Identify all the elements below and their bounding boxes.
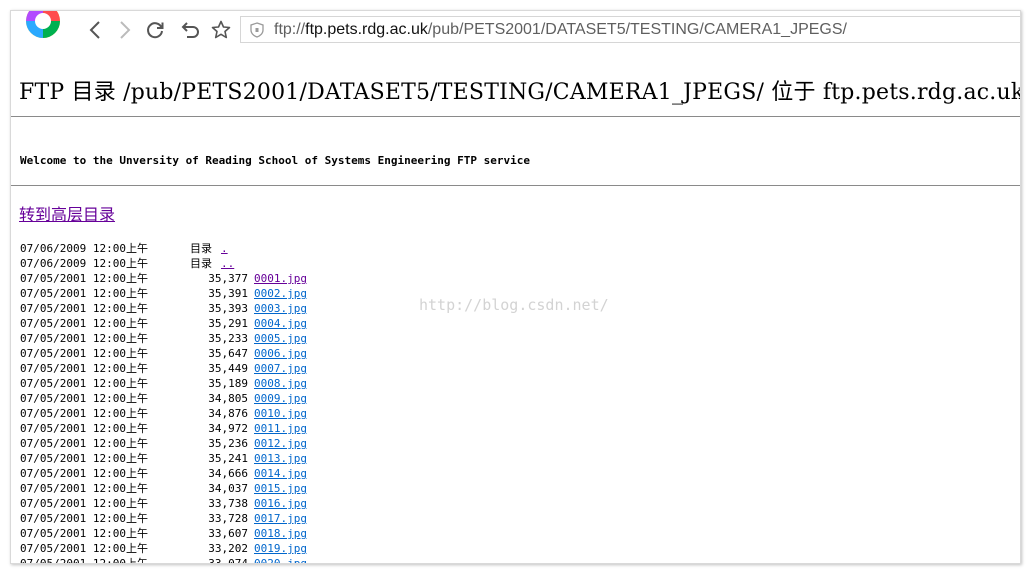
file-date: 07/05/2001 12:00上午 (20, 287, 148, 300)
file-size: 34,037 (208, 482, 248, 495)
directory-label: 目录 (190, 257, 212, 270)
file-date: 07/05/2001 12:00上午 (20, 272, 148, 285)
file-link[interactable]: 0004.jpg (254, 316, 307, 331)
forward-button[interactable] (112, 18, 136, 42)
star-icon (209, 18, 233, 42)
file-size: 33,074 (208, 557, 248, 564)
file-date: 07/05/2001 12:00上午 (20, 542, 148, 555)
browser-window: ftp://ftp.pets.rdg.ac.uk/pub/PETS2001/DA… (10, 10, 1021, 564)
file-link[interactable]: 0014.jpg (254, 466, 307, 481)
file-date: 07/05/2001 12:00上午 (20, 377, 148, 390)
browser-logo-icon[interactable] (21, 11, 65, 49)
file-size: 34,666 (208, 467, 248, 480)
file-date: 07/05/2001 12:00上午 (20, 392, 148, 405)
file-size: 35,449 (208, 362, 248, 375)
file-date: 07/05/2001 12:00上午 (20, 362, 148, 375)
file-size: 35,233 (208, 332, 248, 345)
url-path: /pub/PETS2001/DATASET5/TESTING/CAMERA1_J… (427, 21, 847, 38)
file-size: 33,738 (208, 497, 248, 510)
file-date: 07/05/2001 12:00上午 (20, 497, 148, 510)
bookmark-button[interactable] (209, 18, 233, 42)
file-size: 33,607 (208, 527, 248, 540)
file-link[interactable]: 0005.jpg (254, 331, 307, 346)
back-arrow-icon (84, 18, 108, 42)
file-link[interactable]: 0010.jpg (254, 406, 307, 421)
file-link[interactable]: 0017.jpg (254, 511, 307, 526)
file-link[interactable]: 0009.jpg (254, 391, 307, 406)
file-size: 34,805 (208, 392, 248, 405)
file-date: 07/05/2001 12:00上午 (20, 347, 148, 360)
file-link[interactable]: 0019.jpg (254, 541, 307, 556)
page-content: FTP 目录 /pub/PETS2001/DATASET5/TESTING/CA… (11, 49, 1020, 563)
reload-icon (143, 18, 167, 42)
watermark: http://blog.csdn.net/ (419, 296, 609, 314)
file-link[interactable]: 0016.jpg (254, 496, 307, 511)
file-date: 07/05/2001 12:00上午 (20, 302, 148, 315)
file-date: 07/05/2001 12:00上午 (20, 437, 148, 450)
file-date: 07/05/2001 12:00上午 (20, 452, 148, 465)
file-size: 34,876 (208, 407, 248, 420)
file-link[interactable]: 0013.jpg (254, 451, 307, 466)
divider-bottom (11, 185, 1020, 186)
directory-link[interactable]: .. (221, 256, 234, 271)
address-text[interactable]: ftp://ftp.pets.rdg.ac.uk/pub/PETS2001/DA… (274, 21, 847, 39)
file-date: 07/05/2001 12:00上午 (20, 482, 148, 495)
file-link[interactable]: 0006.jpg (254, 346, 307, 361)
file-date: 07/05/2001 12:00上午 (20, 467, 148, 480)
file-size: 35,391 (208, 287, 248, 300)
file-link[interactable]: 0002.jpg (254, 286, 307, 301)
file-date: 07/05/2001 12:00上午 (20, 512, 148, 525)
url-host: ftp.pets.rdg.ac.uk (305, 21, 428, 38)
file-date: 07/05/2001 12:00上午 (20, 527, 148, 540)
welcome-message: Welcome to the Unversity of Reading Scho… (20, 154, 530, 167)
file-size: 35,377 (208, 272, 248, 285)
file-link[interactable]: 0008.jpg (254, 376, 307, 391)
file-link[interactable]: 0001.jpg (254, 271, 307, 286)
forward-arrow-icon (112, 18, 136, 42)
directory-label: 目录 (190, 242, 212, 255)
reload-button[interactable] (143, 18, 167, 42)
file-date: 07/05/2001 12:00上午 (20, 557, 148, 564)
file-link[interactable]: 0020.jpg (254, 556, 307, 563)
divider-top (11, 116, 1020, 117)
file-date: 07/05/2001 12:00上午 (20, 317, 148, 330)
file-date: 07/05/2001 12:00上午 (20, 422, 148, 435)
file-size: 35,236 (208, 437, 248, 450)
address-bar[interactable]: ftp://ftp.pets.rdg.ac.uk/pub/PETS2001/DA… (240, 16, 1020, 43)
page-title: FTP 目录 /pub/PETS2001/DATASET5/TESTING/CA… (19, 80, 1021, 105)
file-size: 34,972 (208, 422, 248, 435)
directory-link[interactable]: . (221, 241, 228, 256)
file-link[interactable]: 0003.jpg (254, 301, 307, 316)
file-date: 07/05/2001 12:00上午 (20, 332, 148, 345)
file-size: 35,189 (208, 377, 248, 390)
url-prefix: ftp:// (274, 21, 306, 38)
file-date: 07/06/2009 12:00上午 (20, 257, 148, 270)
file-link[interactable]: 0018.jpg (254, 526, 307, 541)
undo-button[interactable] (177, 18, 201, 42)
file-link[interactable]: 0015.jpg (254, 481, 307, 496)
back-button[interactable] (84, 18, 108, 42)
browser-toolbar: ftp://ftp.pets.rdg.ac.uk/pub/PETS2001/DA… (11, 11, 1020, 49)
file-link[interactable]: 0011.jpg (254, 421, 307, 436)
file-size: 35,647 (208, 347, 248, 360)
parent-directory-link[interactable]: 转到高层目录 (19, 201, 115, 225)
file-size: 35,291 (208, 317, 248, 330)
file-link[interactable]: 0007.jpg (254, 361, 307, 376)
file-size: 35,241 (208, 452, 248, 465)
file-size: 33,202 (208, 542, 248, 555)
file-date: 07/05/2001 12:00上午 (20, 407, 148, 420)
undo-icon (177, 18, 201, 42)
file-date: 07/06/2009 12:00上午 (20, 242, 148, 255)
file-link[interactable]: 0012.jpg (254, 436, 307, 451)
shield-icon[interactable] (250, 22, 264, 38)
file-size: 35,393 (208, 302, 248, 315)
file-size: 33,728 (208, 512, 248, 525)
